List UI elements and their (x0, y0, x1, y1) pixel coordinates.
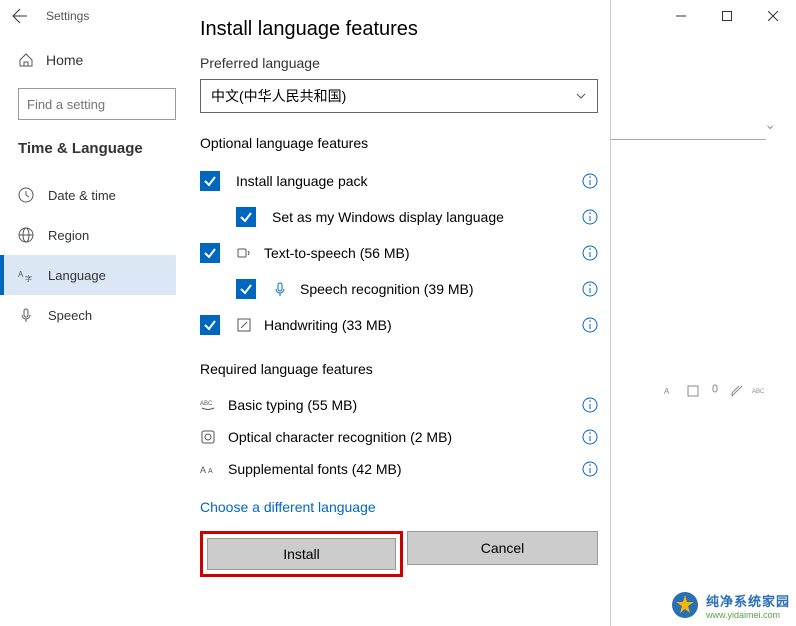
info-icon[interactable] (582, 245, 598, 261)
feature-label: Set as my Windows display language (272, 209, 574, 225)
info-icon[interactable] (582, 209, 598, 225)
chevron-down-icon (575, 90, 587, 102)
feature-label: Speech recognition (39 MB) (300, 281, 574, 297)
sidebar-item-datetime[interactable]: Date & time (0, 175, 176, 215)
bg-feature-icons: A ABC (664, 384, 766, 398)
chevron-down-icon: ⌄ (764, 116, 776, 133)
close-button[interactable] (750, 0, 796, 32)
svg-text:A: A (208, 468, 213, 475)
required-typing: ABC Basic typing (55 MB) (200, 389, 598, 421)
abc-small-icon: ABC (752, 384, 766, 398)
check-icon (239, 282, 253, 296)
check-icon (203, 246, 217, 260)
sidebar-item-speech[interactable]: Speech (0, 295, 176, 335)
sidebar-item-language[interactable]: A字 Language (0, 255, 176, 295)
maximize-button[interactable] (704, 0, 750, 32)
maximize-icon (722, 11, 732, 21)
feature-tts: Text-to-speech (56 MB) (200, 235, 598, 271)
req-label: Basic typing (55 MB) (228, 397, 574, 413)
info-icon[interactable] (582, 317, 598, 333)
feature-label: Install language pack (236, 173, 574, 189)
langpack-checkbox[interactable] (200, 171, 220, 191)
preferred-language-label: Preferred language (200, 55, 598, 71)
speech-checkbox[interactable] (236, 279, 256, 299)
section-header: Time & Language (0, 140, 176, 157)
check-icon (239, 210, 253, 224)
modal-title: Install language features (200, 18, 598, 41)
sidebar-home[interactable]: Home (0, 44, 176, 76)
svg-text:A: A (18, 270, 24, 279)
watermark: 纯净系统家园 www.yidaimei.com (670, 590, 790, 620)
feature-display-lang: Set as my Windows display language (200, 199, 598, 235)
tts-icon (236, 245, 252, 261)
required-features-label: Required language features (200, 361, 598, 377)
handwriting-icon (236, 317, 252, 333)
check-icon (203, 174, 217, 188)
info-icon[interactable] (582, 281, 598, 297)
tts-small-icon (686, 384, 700, 398)
keyboard-icon: ABC (200, 397, 216, 413)
home-label: Home (46, 52, 83, 68)
display-checkbox[interactable] (236, 207, 256, 227)
mic-small-icon (708, 384, 722, 398)
feature-handwriting: Handwriting (33 MB) (200, 307, 598, 343)
sidebar-item-label: Date & time (48, 188, 116, 203)
install-language-modal: Install language features Preferred lang… (176, 0, 611, 626)
required-fonts: AA Supplemental fonts (42 MB) (200, 453, 598, 485)
minimize-button[interactable] (658, 0, 704, 32)
window-title: Settings (46, 9, 89, 23)
search-input-wrapper[interactable] (18, 88, 176, 120)
svg-text:ABC: ABC (200, 401, 213, 407)
feature-speech: Speech recognition (39 MB) (200, 271, 598, 307)
tts-checkbox[interactable] (200, 243, 220, 263)
cancel-button[interactable]: Cancel (407, 531, 598, 565)
home-icon (18, 52, 34, 68)
choose-different-link[interactable]: Choose a different language (200, 499, 598, 515)
fonts-icon: AA (200, 461, 216, 477)
lang-small-icon: A (664, 384, 678, 398)
svg-text:A: A (200, 465, 206, 475)
svg-text:字: 字 (25, 274, 32, 283)
sidebar-item-label: Speech (48, 308, 92, 323)
optional-features-label: Optional language features (200, 135, 598, 151)
feature-langpack: Install language pack (200, 163, 598, 199)
required-ocr: Optical character recognition (2 MB) (200, 421, 598, 453)
svg-text:A: A (664, 387, 670, 396)
sidebar-item-label: Language (48, 268, 106, 283)
req-label: Optical character recognition (2 MB) (228, 429, 574, 445)
back-arrow-icon (12, 8, 28, 24)
sidebar-item-region[interactable]: Region (0, 215, 176, 255)
check-icon (203, 318, 217, 332)
install-button[interactable]: Install (207, 538, 396, 570)
watermark-text-cn: 纯净系统家园 (706, 591, 790, 610)
info-icon[interactable] (582, 397, 598, 413)
ocr-icon (200, 429, 216, 445)
svg-text:ABC: ABC (752, 389, 765, 395)
dropdown-value: 中文(中华人民共和国) (211, 86, 346, 106)
feature-label: Handwriting (33 MB) (264, 317, 574, 333)
language-dropdown[interactable]: 中文(中华人民共和国) (200, 79, 598, 113)
minimize-icon (676, 11, 686, 21)
microphone-icon (272, 281, 288, 297)
handwriting-checkbox[interactable] (200, 315, 220, 335)
info-icon[interactable] (582, 429, 598, 445)
install-button-highlight: Install (200, 531, 403, 577)
info-icon[interactable] (582, 461, 598, 477)
clock-icon (18, 187, 34, 203)
language-icon: A字 (18, 267, 34, 283)
back-button[interactable] (8, 4, 32, 28)
pen-small-icon (730, 384, 744, 398)
feature-label: Text-to-speech (56 MB) (264, 245, 574, 261)
sidebar-item-label: Region (48, 228, 89, 243)
info-icon[interactable] (582, 173, 598, 189)
watermark-logo-icon (670, 590, 700, 620)
watermark-text-en: www.yidaimei.com (706, 610, 790, 620)
globe-icon (18, 227, 34, 243)
close-icon (768, 11, 778, 21)
req-label: Supplemental fonts (42 MB) (228, 461, 574, 477)
microphone-icon (18, 307, 34, 323)
